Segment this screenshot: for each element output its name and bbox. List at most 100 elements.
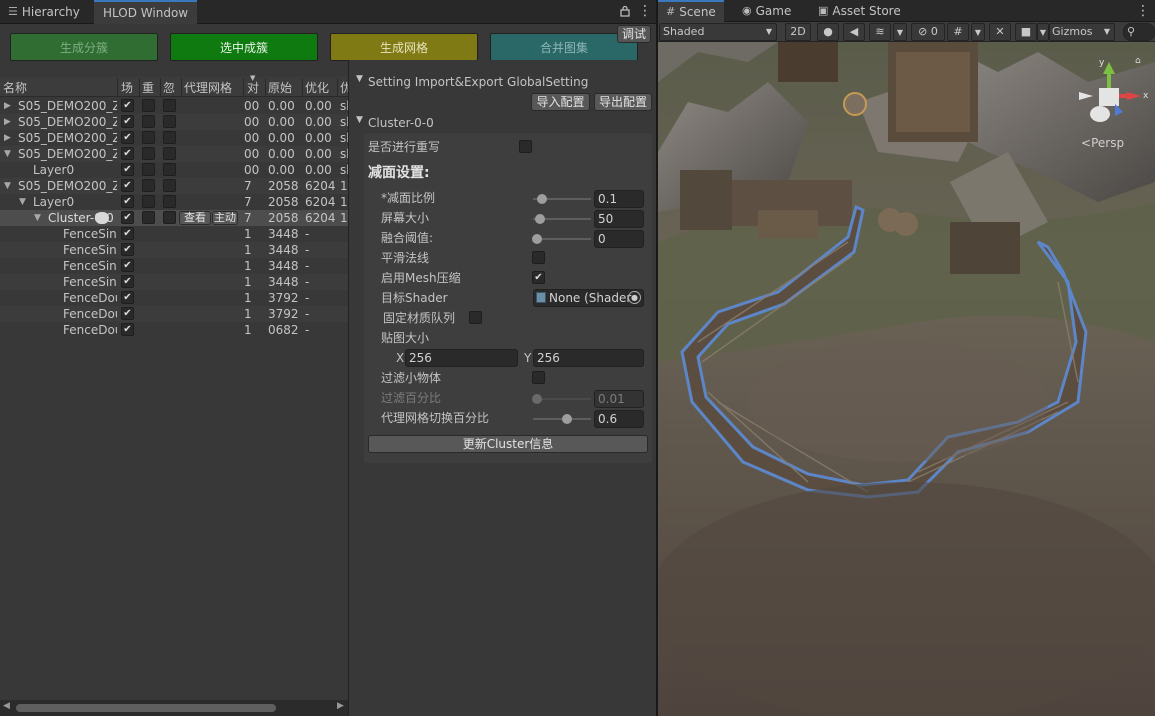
horizontal-scrollbar[interactable]: ◀ ▶ xyxy=(0,700,348,716)
tex-y-field[interactable]: 256 xyxy=(533,349,644,367)
reduce-ratio-knob[interactable] xyxy=(537,194,547,204)
scene-checkbox[interactable]: ✔ xyxy=(121,307,134,320)
ignore-checkbox[interactable] xyxy=(163,195,176,208)
reduce-ratio-field[interactable]: 0.1 xyxy=(594,190,644,208)
table-row[interactable]: ▼ S05_DEMO200_Z ✔ 00 0.00 0.00 sh xyxy=(0,146,348,162)
persp-label[interactable]: <Persp xyxy=(1081,136,1124,150)
gen-cluster-button[interactable]: 生成分簇 xyxy=(10,33,158,61)
table-row[interactable]: ▼ S05_DEMO200_Z ✔ 7 2058 6204 10 xyxy=(0,178,348,194)
screen-size-knob[interactable] xyxy=(535,214,545,224)
fixed-queue-checkbox[interactable] xyxy=(469,311,482,324)
scene-search-field[interactable]: ⚲ xyxy=(1123,23,1155,41)
global-setting-foldout-icon[interactable]: ▼ xyxy=(356,74,363,84)
main-button[interactable]: 主动 xyxy=(212,211,238,225)
rewrite-checkbox[interactable] xyxy=(142,131,155,144)
collapse-arrow-icon[interactable]: ▼ xyxy=(19,194,26,210)
table-row[interactable]: ▼ Layer0 ✔ 7 2058 6204 10 xyxy=(0,194,348,210)
scene-checkbox[interactable]: ✔ xyxy=(121,275,134,288)
expand-arrow-icon[interactable]: ▶ xyxy=(4,114,11,130)
table-row[interactable]: FenceSingle ✔ 1 3448- xyxy=(0,258,348,274)
ignore-checkbox[interactable] xyxy=(163,163,176,176)
filter-small-checkbox[interactable] xyxy=(532,371,545,384)
tab-scene[interactable]: # Scene xyxy=(658,0,724,22)
ignore-checkbox[interactable] xyxy=(163,99,176,112)
tab-game[interactable]: ◉ Game xyxy=(734,0,799,22)
view-lock-icon[interactable]: ⌂ xyxy=(1135,56,1141,66)
lock-icon[interactable] xyxy=(619,5,631,17)
scene-checkbox[interactable]: ✔ xyxy=(121,227,134,240)
grid-dropdown[interactable]: ▼ xyxy=(971,23,985,41)
cluster-toggle-icon[interactable] xyxy=(95,212,109,224)
mesh-compress-checkbox[interactable]: ✔ xyxy=(532,271,545,284)
orientation-gizmo[interactable]: y x xyxy=(1073,58,1153,138)
rewrite-checkbox[interactable] xyxy=(142,195,155,208)
scene-checkbox[interactable]: ✔ xyxy=(121,243,134,256)
scene-checkbox[interactable]: ✔ xyxy=(121,99,134,112)
table-row[interactable]: ▶ S05_DEMO200_Z ✔ 00 0.00 0.00 sh xyxy=(0,114,348,130)
export-config-button[interactable]: 导出配置 xyxy=(594,93,652,111)
scroll-thumb[interactable] xyxy=(16,704,276,712)
gen-mesh-button[interactable]: 生成网格 xyxy=(330,33,478,61)
target-shader-field[interactable]: None (Shader ● xyxy=(533,289,644,307)
tex-x-field[interactable]: 256 xyxy=(405,349,518,367)
ignore-checkbox[interactable] xyxy=(163,131,176,144)
view-button[interactable]: 查看 xyxy=(179,211,211,225)
scene-kebab-icon[interactable]: ⋮ xyxy=(1136,3,1150,19)
global-setting-header[interactable]: Setting Import&Export GlobalSetting xyxy=(368,74,588,90)
rewrite-checkbox[interactable] xyxy=(142,115,155,128)
audio-toggle[interactable]: ◀ xyxy=(843,23,865,41)
scene-checkbox[interactable]: ✔ xyxy=(121,115,134,128)
rewrite-checkbox[interactable] xyxy=(142,211,155,224)
expand-arrow-icon[interactable]: ▶ xyxy=(4,98,11,114)
camera-toggle[interactable]: ■ xyxy=(1015,23,1037,41)
scene-checkbox[interactable]: ✔ xyxy=(121,211,134,224)
cluster-foldout-icon[interactable]: ▼ xyxy=(356,115,363,125)
table-row[interactable]: FenceSingle ✔ 1 3448- xyxy=(0,226,348,242)
scene-checkbox[interactable]: ✔ xyxy=(121,291,134,304)
table-row[interactable]: FenceDouble ✔ 1 0682- xyxy=(0,322,348,338)
cluster-header[interactable]: Cluster-0-0 xyxy=(368,115,434,131)
rewrite-checkbox[interactable] xyxy=(142,147,155,160)
tab-asset-store[interactable]: ▣ Asset Store xyxy=(810,0,909,22)
scene-checkbox[interactable]: ✔ xyxy=(121,179,134,192)
object-picker-icon[interactable]: ● xyxy=(628,291,641,304)
lighting-toggle[interactable]: ● xyxy=(817,23,839,41)
ignore-checkbox[interactable] xyxy=(163,211,176,224)
tab-hierarchy[interactable]: ☰ Hierarchy xyxy=(0,0,88,24)
camera-dropdown[interactable]: ▼ xyxy=(1037,23,1049,41)
collapse-arrow-icon[interactable]: ▼ xyxy=(34,210,41,226)
proxy-switch-field[interactable]: 0.6 xyxy=(594,410,644,428)
collapse-arrow-icon[interactable]: ▼ xyxy=(4,178,11,194)
effects-toggle[interactable]: ≋ xyxy=(869,23,891,41)
scene-checkbox[interactable]: ✔ xyxy=(121,131,134,144)
scene-checkbox[interactable]: ✔ xyxy=(121,259,134,272)
ignore-checkbox[interactable] xyxy=(163,115,176,128)
expand-arrow-icon[interactable]: ▶ xyxy=(4,130,11,146)
shading-mode-dropdown[interactable]: Shaded ▼ xyxy=(659,23,777,41)
table-row[interactable]: ▶ S05_DEMO200_Z ✔ 00 0.00 0.00 sh xyxy=(0,98,348,114)
table-row[interactable]: ▼Cluster-0-0✔查看主动72058620410 xyxy=(0,210,348,226)
tools-toggle[interactable]: ✕ xyxy=(989,23,1011,41)
tab-hlod-window[interactable]: HLOD Window xyxy=(94,0,198,24)
screen-size-field[interactable]: 50 xyxy=(594,210,644,228)
table-row[interactable]: FenceSingle ✔ 1 3448- xyxy=(0,274,348,290)
scene-checkbox[interactable]: ✔ xyxy=(121,195,134,208)
table-row[interactable]: FenceSingle ✔ 1 3448- xyxy=(0,242,348,258)
hidden-objects-toggle[interactable]: ⊘ 0 xyxy=(911,23,945,41)
merge-atlas-button[interactable]: 合并图集 xyxy=(490,33,638,61)
import-config-button[interactable]: 导入配置 xyxy=(531,93,590,111)
rewrite-checkbox[interactable] xyxy=(142,99,155,112)
proxy-switch-knob[interactable] xyxy=(562,414,572,424)
kebab-menu-icon[interactable]: ⋮ xyxy=(638,3,652,19)
scroll-left-icon[interactable]: ◀ xyxy=(3,701,10,711)
smooth-normals-checkbox[interactable] xyxy=(532,251,545,264)
grid-toggle[interactable]: # xyxy=(947,23,969,41)
select-cluster-button[interactable]: 选中成簇 xyxy=(170,33,318,61)
collapse-arrow-icon[interactable]: ▼ xyxy=(4,146,11,162)
scene-checkbox[interactable]: ✔ xyxy=(121,323,134,336)
mode-2d-toggle[interactable]: 2D xyxy=(785,23,811,41)
table-row[interactable]: FenceDouble ✔ 1 3792- xyxy=(0,290,348,306)
rewrite-checkbox[interactable] xyxy=(142,163,155,176)
table-row[interactable]: FenceDouble ✔ 1 3792- xyxy=(0,306,348,322)
scene-checkbox[interactable]: ✔ xyxy=(121,163,134,176)
